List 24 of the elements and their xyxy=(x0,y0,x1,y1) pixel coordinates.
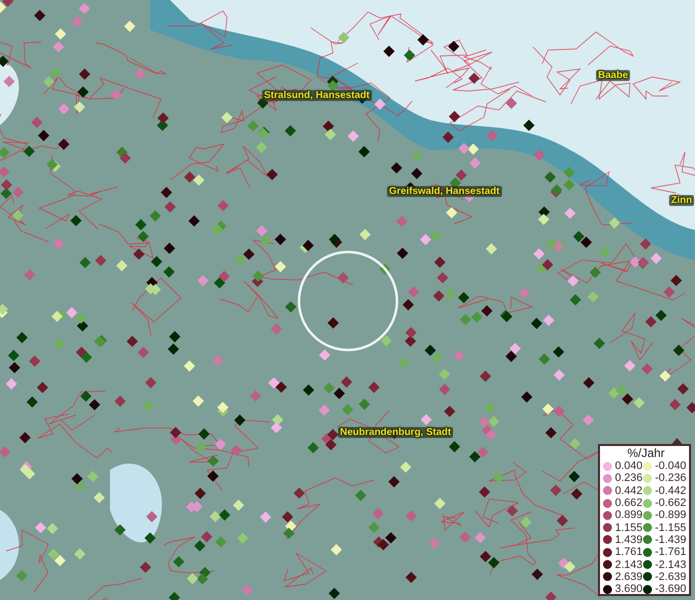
legend-label: -1.439 xyxy=(655,534,686,546)
legend-label: -2.143 xyxy=(655,558,686,571)
legend-label: 1.761 xyxy=(615,546,643,558)
legend-label: -0.040 xyxy=(655,460,686,472)
legend-label: 0.662 xyxy=(615,497,643,510)
legend-label: 2.639 xyxy=(615,570,643,583)
legend-label: -0.899 xyxy=(655,509,686,522)
legend-label: 3.690 xyxy=(615,583,643,596)
legend-label: -1.761 xyxy=(655,546,686,558)
legend-label: -1.155 xyxy=(655,522,686,534)
legend-label: 0.899 xyxy=(615,509,643,522)
place-label: Neubrandenburg, Stadt xyxy=(338,427,454,438)
legend-label: 0.040 xyxy=(615,460,643,472)
legend-label: 1.155 xyxy=(615,522,643,534)
legend-title: %/Jahr xyxy=(626,447,666,460)
legend-label: -0.442 xyxy=(655,484,686,497)
legend-label: 0.442 xyxy=(615,484,643,497)
legend-label: -0.662 xyxy=(655,497,686,510)
legend-label: -0.236 xyxy=(655,472,686,484)
legend-label: 1.439 xyxy=(615,534,643,546)
legend-label: 0.236 xyxy=(615,472,643,484)
legend-label: -2.639 xyxy=(655,570,686,583)
legend-label: -3.690 xyxy=(655,583,686,596)
legend-label: 2.143 xyxy=(615,558,643,571)
